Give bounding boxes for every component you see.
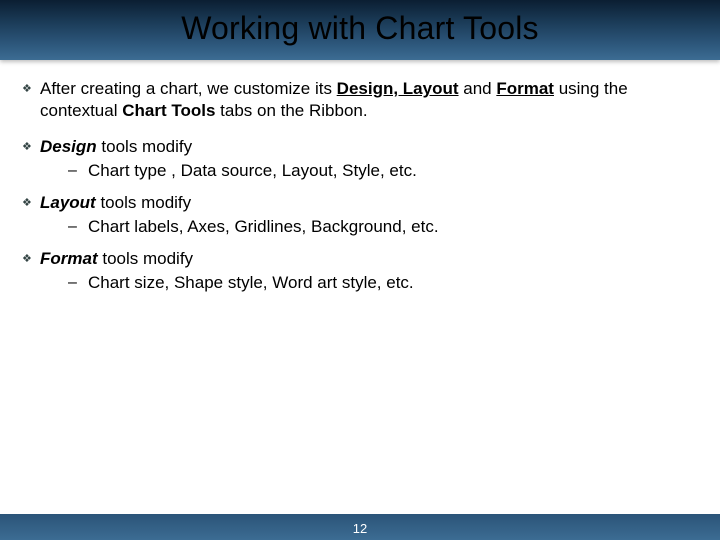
- bullet-item: ❖ After creating a chart, we customize i…: [22, 78, 696, 122]
- page-number: 12: [0, 521, 720, 536]
- text-run: and: [459, 79, 497, 98]
- bullet-text: After creating a chart, we customize its…: [40, 78, 696, 122]
- sub-bullet-text: Chart type , Data source, Layout, Style,…: [88, 160, 696, 182]
- dash-icon: –: [68, 216, 88, 238]
- bullet-item: ❖ Layout tools modify: [22, 192, 696, 214]
- text-run-lead: Layout: [40, 193, 96, 212]
- text-run: tools modify: [96, 193, 191, 212]
- text-run-lead: Design: [40, 137, 97, 156]
- dash-icon: –: [68, 160, 88, 182]
- text-run: After creating a chart, we customize its: [40, 79, 337, 98]
- diamond-icon: ❖: [22, 136, 40, 158]
- text-run-bold: Format: [496, 79, 554, 98]
- slide-title: Working with Chart Tools: [0, 10, 720, 47]
- diamond-icon: ❖: [22, 192, 40, 214]
- text-run-bold: Design, Layout: [337, 79, 459, 98]
- bullet-text: Format tools modify: [40, 248, 696, 270]
- sub-bullet-item: – Chart size, Shape style, Word art styl…: [68, 272, 696, 294]
- slide-content: ❖ After creating a chart, we customize i…: [0, 78, 720, 304]
- text-run-lead: Format: [40, 249, 98, 268]
- text-run: tabs on the Ribbon.: [215, 101, 367, 120]
- sub-bullet-text: Chart size, Shape style, Word art style,…: [88, 272, 696, 294]
- bullet-item: ❖ Format tools modify: [22, 248, 696, 270]
- diamond-icon: ❖: [22, 78, 40, 100]
- dash-icon: –: [68, 272, 88, 294]
- sub-bullet-text: Chart labels, Axes, Gridlines, Backgroun…: [88, 216, 696, 238]
- bullet-text: Layout tools modify: [40, 192, 696, 214]
- sub-bullet-item: – Chart labels, Axes, Gridlines, Backgro…: [68, 216, 696, 238]
- text-run: tools modify: [98, 249, 193, 268]
- text-run-bold: Chart Tools: [122, 101, 215, 120]
- diamond-icon: ❖: [22, 248, 40, 270]
- text-run: tools modify: [97, 137, 192, 156]
- slide: Working with Chart Tools ❖ After creatin…: [0, 0, 720, 540]
- bullet-item: ❖ Design tools modify: [22, 136, 696, 158]
- bullet-text: Design tools modify: [40, 136, 696, 158]
- sub-bullet-item: – Chart type , Data source, Layout, Styl…: [68, 160, 696, 182]
